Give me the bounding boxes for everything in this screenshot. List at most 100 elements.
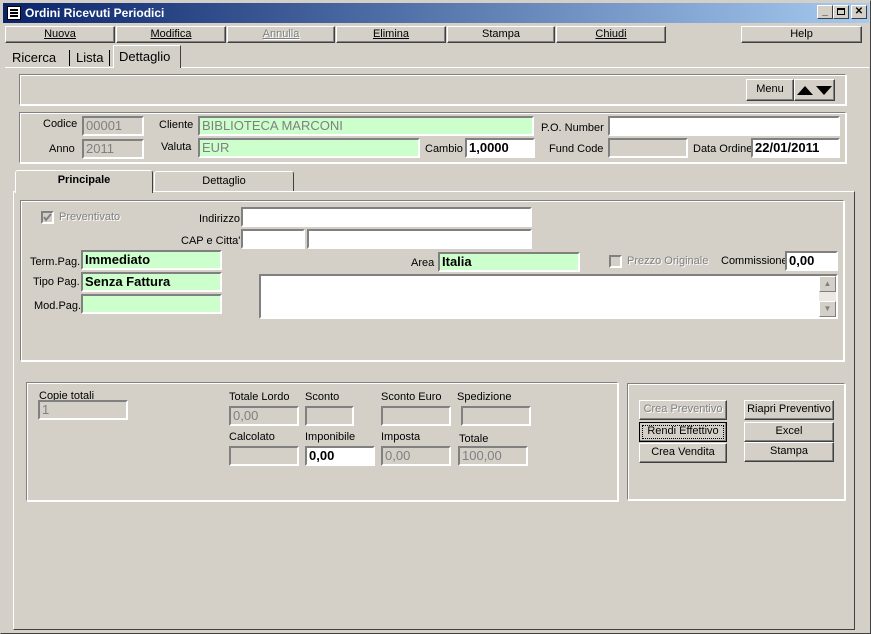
term-pag-field[interactable]: Immediato bbox=[81, 250, 222, 270]
codice-label: Codice bbox=[43, 118, 78, 130]
chiudi-label: Chiudi bbox=[595, 28, 627, 40]
tab-principale[interactable]: Principale bbox=[15, 170, 153, 193]
top-tab-ricerca-label: Ricerca bbox=[12, 50, 57, 65]
maximize-icon bbox=[837, 8, 845, 15]
riapri-preventivo-label: Riapri Preventivo bbox=[747, 403, 831, 415]
help-label: Help bbox=[790, 28, 813, 40]
top-tab-dettaglio[interactable]: Dettaglio bbox=[113, 45, 181, 68]
close-icon: ✕ bbox=[854, 6, 864, 17]
menu-button[interactable]: Menu bbox=[746, 79, 794, 101]
note-textarea[interactable] bbox=[259, 274, 838, 319]
top-tab-ricerca[interactable]: Ricerca bbox=[12, 48, 56, 68]
excel-button[interactable]: Excel bbox=[744, 422, 834, 442]
help-button[interactable]: Help bbox=[741, 26, 862, 43]
totale-label: Totale bbox=[459, 433, 489, 445]
data-ordine-label: Data Ordine bbox=[693, 143, 753, 155]
elimina-label: Elimina bbox=[372, 28, 410, 40]
sconto-label: Sconto bbox=[305, 391, 340, 403]
tab-principale-label: Principale bbox=[57, 174, 111, 186]
fund-code-label: Fund Code bbox=[549, 143, 604, 155]
indirizzo-label: Indirizzo bbox=[199, 213, 240, 225]
elimina-button[interactable]: Elimina bbox=[336, 26, 446, 43]
up-down-arrows-icon bbox=[797, 86, 832, 95]
nuova-label: Nuova bbox=[44, 28, 76, 40]
top-tab-dettaglio-label: Dettaglio bbox=[119, 49, 171, 64]
preventivato-checkbox[interactable] bbox=[41, 211, 54, 224]
tipo-pag-label: Tipo Pag. bbox=[33, 276, 80, 288]
toolbar-panel bbox=[19, 74, 846, 105]
nuova-button[interactable]: Nuova bbox=[5, 26, 115, 43]
top-tab-lista-label: Lista bbox=[76, 50, 104, 65]
cliente-label: Cliente bbox=[159, 119, 194, 131]
stampa-button[interactable]: Stampa bbox=[744, 442, 834, 462]
annulla-button[interactable]: Annulla bbox=[227, 26, 335, 43]
imponibile-label: Imponibile bbox=[305, 431, 356, 443]
stampa-menu-button[interactable]: Stampa bbox=[447, 26, 555, 43]
imposta-label: Imposta bbox=[381, 431, 421, 443]
tab-dettaglio[interactable]: Dettaglio bbox=[154, 171, 294, 192]
totale-field[interactable]: 100,00 bbox=[458, 446, 528, 466]
rendi-effettivo-label: Rendi Effettivo bbox=[647, 425, 719, 437]
annulla-label: Annulla bbox=[262, 28, 300, 40]
mod-pag-field[interactable] bbox=[81, 294, 222, 314]
prezzo-originale-label: Prezzo Originale bbox=[627, 255, 709, 267]
term-pag-label: Term.Pag. bbox=[30, 256, 81, 268]
cambio-field[interactable]: 1,0000 bbox=[465, 138, 535, 158]
totale-lordo-field[interactable]: 0,00 bbox=[229, 406, 299, 426]
title-bar: Ordini Ricevuti Periodici bbox=[3, 3, 869, 23]
minimize-icon: _ bbox=[822, 6, 828, 17]
scroll-up-icon[interactable]: ▲ bbox=[819, 276, 836, 292]
po-number-label: P.O. Number bbox=[541, 122, 604, 134]
close-button[interactable]: ✕ bbox=[851, 5, 867, 19]
nav-arrows[interactable] bbox=[794, 79, 835, 101]
chiudi-button[interactable]: Chiudi bbox=[556, 26, 666, 43]
crea-preventivo-button[interactable]: Crea Preventivo bbox=[639, 400, 727, 420]
fund-code-field[interactable] bbox=[608, 138, 688, 158]
sconto-euro-field[interactable] bbox=[381, 406, 451, 426]
crea-vendita-button[interactable]: Crea Vendita bbox=[639, 443, 727, 463]
copie-totali-field[interactable]: 1 bbox=[38, 400, 128, 420]
commissione-field[interactable]: 0,00 bbox=[785, 251, 838, 271]
rendi-effettivo-button[interactable]: Rendi Effettivo bbox=[639, 422, 727, 442]
crea-vendita-label: Crea Vendita bbox=[651, 446, 715, 458]
tab-separator bbox=[109, 50, 110, 66]
tab-dettaglio-label: Dettaglio bbox=[202, 175, 246, 187]
app-window: Ordini Ricevuti Periodici _ ✕ Nuova Modi… bbox=[0, 0, 871, 634]
cap-field[interactable] bbox=[241, 229, 305, 249]
citta-field[interactable] bbox=[307, 229, 532, 249]
codice-field[interactable]: 00001 bbox=[82, 116, 144, 136]
top-tab-lista[interactable]: Lista bbox=[76, 48, 103, 68]
crea-preventivo-label: Crea Preventivo bbox=[643, 403, 723, 415]
preventivato-label: Preventivato bbox=[59, 211, 121, 223]
spedizione-label: Spedizione bbox=[457, 391, 512, 403]
minimize-button[interactable]: _ bbox=[817, 5, 833, 19]
checkmark-icon bbox=[43, 213, 52, 222]
area-field[interactable]: Italia bbox=[438, 252, 580, 272]
window-title: Ordini Ricevuti Periodici bbox=[25, 6, 165, 20]
area-label: Area bbox=[411, 257, 435, 269]
valuta-field[interactable]: EUR bbox=[198, 138, 420, 158]
stampa-menu-label: Stampa bbox=[482, 28, 520, 40]
maximize-button[interactable] bbox=[833, 5, 849, 19]
prezzo-originale-checkbox[interactable] bbox=[609, 255, 622, 268]
indirizzo-field[interactable] bbox=[241, 207, 532, 227]
mod-pag-label: Mod.Pag. bbox=[34, 300, 82, 312]
scroll-down-icon[interactable]: ▼ bbox=[819, 301, 836, 317]
imposta-field[interactable]: 0,00 bbox=[381, 446, 451, 466]
sconto-field[interactable] bbox=[305, 406, 354, 426]
spedizione-field[interactable] bbox=[461, 406, 531, 426]
modifica-button[interactable]: Modifica bbox=[116, 26, 226, 43]
valuta-label: Valuta bbox=[161, 141, 192, 153]
imponibile-field[interactable]: 0,00 bbox=[305, 446, 375, 466]
tab-separator bbox=[69, 50, 70, 66]
app-icon bbox=[7, 6, 21, 20]
data-ordine-field[interactable]: 22/01/2011 bbox=[751, 138, 840, 158]
riapri-preventivo-button[interactable]: Riapri Preventivo bbox=[744, 400, 834, 420]
excel-label: Excel bbox=[775, 425, 803, 437]
po-number-field[interactable] bbox=[608, 116, 840, 136]
tipo-pag-field[interactable]: Senza Fattura bbox=[81, 272, 222, 292]
note-scrollbar[interactable]: ▲ ▼ bbox=[819, 276, 836, 317]
calcolato-field[interactable] bbox=[229, 446, 299, 466]
cliente-field[interactable]: BIBLIOTECA MARCONI bbox=[198, 116, 534, 136]
anno-field[interactable]: 2011 bbox=[82, 139, 144, 159]
